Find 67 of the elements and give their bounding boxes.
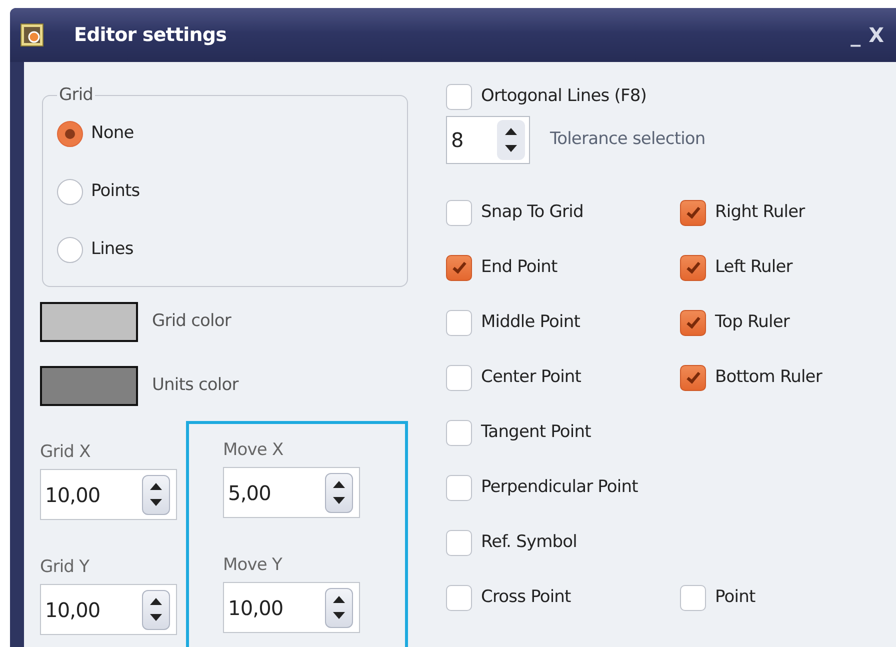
up-arrow-icon: [505, 128, 517, 135]
checkbox[interactable]: [446, 585, 472, 611]
checkbox[interactable]: [446, 475, 472, 501]
number-field[interactable]: 8: [446, 116, 530, 164]
checkbox-label[interactable]: Snap To Grid: [481, 200, 584, 226]
field-label: Grid X: [40, 441, 92, 463]
radio-button[interactable]: [57, 121, 83, 147]
window-title: Editor settings: [74, 22, 227, 48]
checkbox[interactable]: [446, 420, 472, 446]
color-label: Units color: [152, 374, 238, 398]
checkbox-label[interactable]: Center Point: [481, 365, 582, 391]
checkbox-label[interactable]: Bottom Ruler: [715, 365, 822, 391]
checkbox-label[interactable]: Perpendicular Point: [481, 475, 638, 501]
spin-buttons[interactable]: [142, 474, 170, 514]
checkbox-label[interactable]: Cross Point: [481, 585, 571, 611]
spin-buttons[interactable]: [325, 588, 353, 628]
checkbox[interactable]: [446, 530, 472, 556]
down-arrow-icon: [150, 614, 162, 621]
up-arrow-icon: [333, 596, 345, 603]
radio-label[interactable]: Points: [91, 179, 140, 204]
checkbox[interactable]: [446, 200, 472, 226]
checkbox[interactable]: [680, 585, 706, 611]
radio-button[interactable]: [57, 237, 83, 263]
down-arrow-icon: [333, 497, 345, 504]
field-label: Move X: [223, 439, 284, 461]
checkbox-label[interactable]: Right Ruler: [715, 200, 805, 226]
down-arrow-icon: [150, 499, 162, 506]
close-button[interactable]: X: [864, 25, 888, 45]
spin-buttons[interactable]: [142, 590, 170, 630]
checkbox[interactable]: [446, 84, 472, 110]
checkbox-label[interactable]: Tangent Point: [481, 420, 591, 446]
checkbox[interactable]: [446, 310, 472, 336]
number-field[interactable]: 10,00: [40, 469, 177, 520]
up-arrow-icon: [150, 598, 162, 605]
checkbox-label[interactable]: Middle Point: [481, 310, 580, 336]
checkbox[interactable]: [446, 365, 472, 391]
checkbox-label[interactable]: Top Ruler: [715, 310, 790, 336]
down-arrow-icon: [505, 145, 517, 152]
radio-label[interactable]: Lines: [91, 237, 134, 262]
checkbox-label[interactable]: Left Ruler: [715, 255, 792, 281]
up-arrow-icon: [333, 481, 345, 488]
up-arrow-icon: [150, 483, 162, 490]
checkbox[interactable]: [680, 365, 706, 391]
checkbox[interactable]: [680, 310, 706, 336]
radio-label[interactable]: None: [91, 121, 134, 146]
color-label: Grid color: [152, 310, 231, 334]
color-swatch[interactable]: [40, 302, 138, 342]
checkbox[interactable]: [680, 255, 706, 281]
minimize-button[interactable]: _: [846, 25, 865, 45]
field-label: Move Y: [223, 554, 284, 576]
radio-button[interactable]: [57, 179, 83, 205]
color-swatch[interactable]: [40, 366, 138, 406]
checkbox[interactable]: [446, 255, 472, 281]
checkbox-label[interactable]: Ref. Symbol: [481, 530, 577, 556]
spin-buttons[interactable]: [497, 120, 525, 160]
number-field[interactable]: 5,00: [223, 467, 360, 518]
number-field[interactable]: 10,00: [223, 582, 360, 633]
checkbox-label[interactable]: Point: [715, 585, 756, 611]
field-label: Grid Y: [40, 556, 90, 578]
spin-buttons[interactable]: [325, 472, 353, 512]
number-field[interactable]: 10,00: [40, 584, 177, 635]
app-icon: [20, 23, 44, 47]
checkbox[interactable]: [680, 200, 706, 226]
down-arrow-icon: [333, 612, 345, 619]
checkbox-label[interactable]: Ortogonal Lines (F8): [481, 84, 646, 110]
checkbox-label[interactable]: End Point: [481, 255, 558, 281]
field-label: Tolerance selection: [550, 128, 706, 152]
